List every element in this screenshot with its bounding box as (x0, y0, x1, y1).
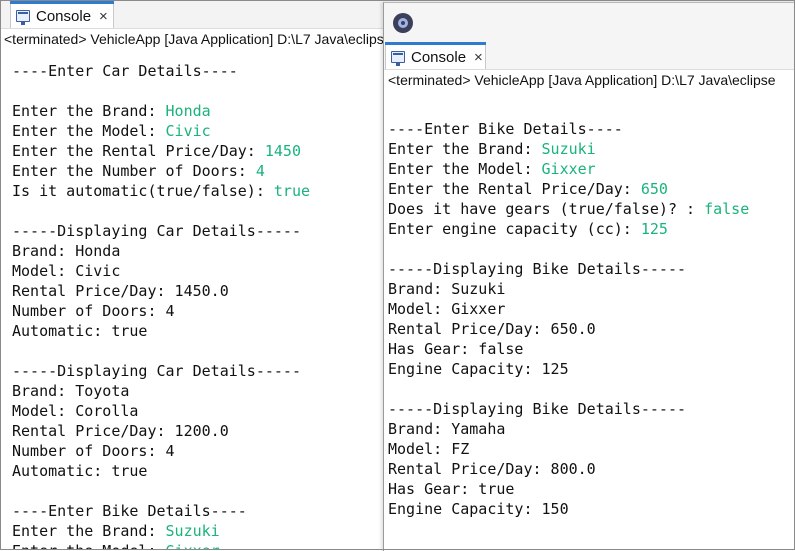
console-text: Enter the Brand: (388, 140, 542, 158)
eclipse-app-icon (393, 13, 413, 33)
console-text: Enter the Brand: (12, 102, 166, 120)
console-user-input: false (704, 200, 750, 218)
console-text: Rental Price/Day: 800.0 (388, 460, 596, 478)
console-user-input: Gixxer (541, 160, 596, 178)
right-tab-bar: Console × (384, 41, 795, 70)
console-text: Model: Civic (12, 262, 121, 280)
console-text: -----Displaying Bike Details----- (388, 260, 687, 278)
console-line: Enter engine capacity (cc): 125 (388, 219, 795, 239)
console-icon (16, 10, 30, 25)
console-user-input: Suzuki (165, 522, 220, 540)
console-text: Is it automatic(true/false): (12, 182, 274, 200)
console-text: -----Displaying Car Details----- (12, 222, 301, 240)
console-user-input: Suzuki (541, 140, 596, 158)
console-text: Rental Price/Day: 650.0 (388, 320, 596, 338)
right-console-output[interactable]: ----Enter Bike Details---- Enter the Bran… (384, 99, 795, 551)
console-text: ----Enter Bike Details---- (12, 502, 247, 520)
console-line: -----Displaying Bike Details----- (388, 399, 795, 419)
console-line: Enter the Rental Price/Day: 650 (388, 179, 795, 199)
console-line: Has Gear: true (388, 479, 795, 499)
console-text: Enter engine capacity (cc): (388, 220, 641, 238)
console-text: Enter the Number of Doors: (12, 162, 256, 180)
console-text: Does it have gears (true/false)? : (388, 200, 705, 218)
console-text: ----Enter Car Details---- (12, 62, 238, 80)
console-user-input: 1450 (264, 142, 301, 160)
right-status-line: <terminated> VehicleApp [Java Applicatio… (384, 70, 795, 90)
console-text: -----Displaying Bike Details----- (388, 400, 687, 418)
console-line: Engine Capacity: 150 (388, 499, 795, 519)
console-line: Brand: Suzuki (388, 279, 795, 299)
console-text: Engine Capacity: 150 (388, 500, 569, 518)
console-user-input: Honda (165, 102, 211, 120)
left-console-tab[interactable]: Console × (10, 1, 114, 28)
tab-active-indicator (385, 42, 486, 45)
console-text: Has Gear: true (388, 480, 515, 498)
console-text: Enter the Rental Price/Day: (388, 180, 641, 198)
console-text: Number of Doors: 4 (12, 442, 175, 460)
console-text: Rental Price/Day: 1450.0 (12, 282, 229, 300)
console-line: Has Gear: false (388, 339, 795, 359)
tab-label: Console (411, 48, 467, 66)
console-text: Enter the Model: (12, 122, 166, 140)
right-console-window: Console × <terminated> VehicleApp [Java … (383, 2, 795, 551)
console-user-input: 650 (640, 180, 668, 198)
console-text: Automatic: true (12, 462, 148, 480)
console-text: ----Enter Bike Details---- (388, 120, 623, 138)
console-text: Enter the Rental Price/Day: (12, 142, 265, 160)
console-text: Rental Price/Day: 1200.0 (12, 422, 229, 440)
close-icon[interactable]: × (99, 8, 108, 25)
console-line: Does it have gears (true/false)? : false (388, 199, 795, 219)
console-user-input: 125 (640, 220, 668, 238)
console-line: Rental Price/Day: 800.0 (388, 459, 795, 479)
console-line: Model: FZ (388, 439, 795, 459)
console-line: Enter the Model: Gixxer (388, 159, 795, 179)
console-text: Engine Capacity: 125 (388, 360, 569, 378)
console-user-input: Civic (165, 122, 211, 140)
close-icon[interactable]: × (474, 49, 483, 66)
console-line: Enter the Brand: Suzuki (388, 139, 795, 159)
console-text: Enter the Brand: (12, 522, 166, 540)
console-line: Engine Capacity: 125 (388, 359, 795, 379)
console-text: Has Gear: false (388, 340, 524, 358)
window-title-bar[interactable] (384, 3, 795, 41)
tab-label: Console (36, 7, 92, 25)
console-icon (391, 51, 405, 66)
console-text: Brand: Yamaha (388, 420, 506, 438)
console-text: Model: Corolla (12, 402, 139, 420)
console-text: Enter the Model: (388, 160, 542, 178)
console-text: Brand: Toyota (12, 382, 130, 400)
console-text: Brand: Honda (12, 242, 121, 260)
console-text: Model: FZ (388, 440, 470, 458)
console-text: Enter the Model: (12, 542, 166, 550)
console-user-input: true (273, 182, 311, 200)
console-line: ----Enter Bike Details---- (388, 119, 795, 139)
console-text: Model: Gixxer (388, 300, 506, 318)
console-line: Model: Gixxer (388, 299, 795, 319)
console-text: -----Displaying Car Details----- (12, 362, 301, 380)
console-text: Number of Doors: 4 (12, 302, 175, 320)
console-line: -----Displaying Bike Details----- (388, 259, 795, 279)
console-user-input: 4 (255, 162, 265, 180)
console-line: Brand: Yamaha (388, 419, 795, 439)
console-user-input: Gixxer (166, 542, 220, 550)
tab-active-indicator (10, 1, 114, 4)
console-text: Automatic: true (12, 322, 148, 340)
console-text: Brand: Suzuki (388, 280, 506, 298)
right-console-tab[interactable]: Console × (385, 42, 486, 69)
console-line: Rental Price/Day: 650.0 (388, 319, 795, 339)
